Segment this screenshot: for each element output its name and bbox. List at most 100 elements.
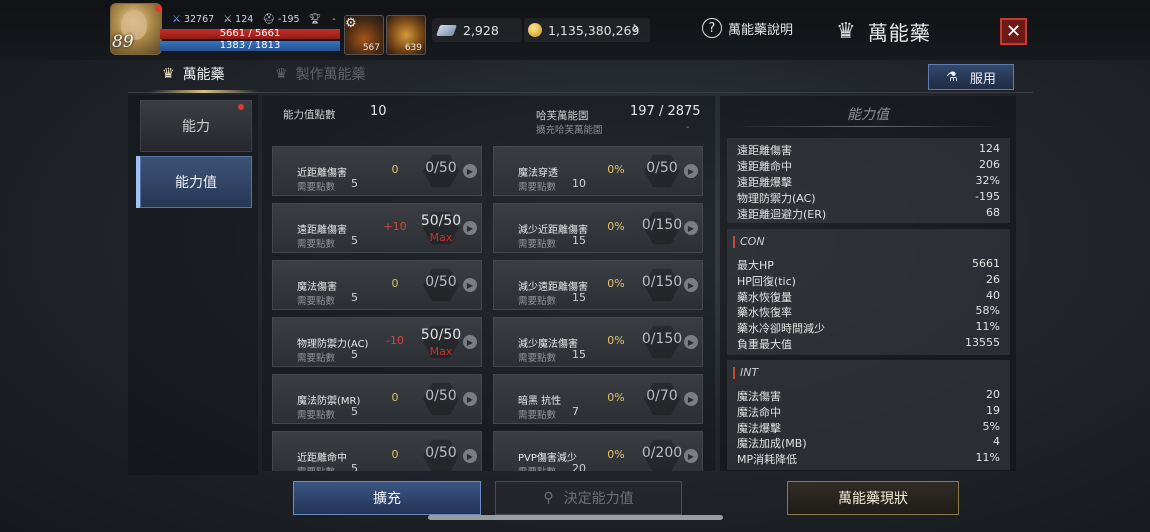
close-icon: ✕ <box>1005 21 1022 42</box>
helmet-icon: ⛑ <box>262 14 276 25</box>
stat-card[interactable]: 減少遠距離傷害 需要點數 15 0% 0/150 ▶ <box>493 260 703 310</box>
expand-label: 擴充 <box>373 491 401 507</box>
stat-label: 魔法爆擊 <box>737 421 781 435</box>
help-button[interactable]: ? 萬能藥說明 <box>702 18 793 38</box>
stat-value: 58% <box>975 304 1000 318</box>
stat-card[interactable]: 暗黑 抗性 需要點數 7 0% 0/70 ▶ <box>493 374 703 424</box>
stat-row: 負重最大值 13555 <box>737 336 1000 352</box>
play-icon[interactable]: ▶ <box>684 221 698 235</box>
tabs-divider <box>128 92 1033 93</box>
stat-card[interactable]: 遠距離傷害 需要點數 5 +10 50/50 Max ▶ <box>272 203 482 253</box>
elixir-status-button[interactable]: 萬能藥現狀 <box>787 481 959 515</box>
card-need-value: 10 <box>572 177 586 190</box>
stat-row: 遠距離爆擊 32% <box>737 174 1000 190</box>
stat-row: HP回復(tic) 26 <box>737 273 1000 289</box>
card-max: Max <box>429 231 453 244</box>
stat-row: 藥水冷卻時間減少 11% <box>737 320 1000 336</box>
home-indicator <box>428 515 723 520</box>
person-icon: ⚲ <box>543 490 554 506</box>
play-icon[interactable]: ▶ <box>684 392 698 406</box>
stat-card[interactable]: PVP傷害減少需要點數200%0/200▶ <box>493 431 703 471</box>
play-icon[interactable]: ▶ <box>463 221 477 235</box>
gear-icon[interactable]: ⚙ <box>345 16 357 31</box>
card-need-label: 需要點數 <box>518 410 557 421</box>
stat-value: 19 <box>986 403 1000 417</box>
stat-card[interactable]: 魔法防禦(MR) 需要點數 5 0 0/50 ▶ <box>272 374 482 424</box>
play-icon[interactable]: ▶ <box>684 335 698 349</box>
stat-card[interactable]: 減少魔法傷害 需要點數 15 0% 0/150 ▶ <box>493 317 703 367</box>
stat-card[interactable]: 魔法穿透 需要點數 10 0% 0/50 ▶ <box>493 146 703 196</box>
stat-card[interactable]: 魔法傷害 需要點數 5 0 0/50 ▶ <box>272 260 482 310</box>
card-need-value: 5 <box>351 405 358 418</box>
card-name: 魔法傷害 <box>297 282 337 293</box>
card-max: Max <box>429 345 453 358</box>
mp-bar: 1383 / 1813 <box>160 41 340 51</box>
nav-stats[interactable]: 能力值 <box>140 156 252 208</box>
stat-value: 13555 <box>965 336 1000 349</box>
card-need-label: 需要點數 <box>297 239 336 250</box>
dex-stats-box: 遠距離傷害 124 遠距離命中 206 遠距離爆擊 32% 物理防禦力(AC) -195 遠距離… <box>727 138 1010 223</box>
stat-value: 4 <box>993 435 1000 449</box>
card-need-label: 需要點數 <box>518 239 557 250</box>
help-label: 萬能藥說明 <box>728 22 794 38</box>
stat-row: ⚔ 32767 ⚔ 124 ⛑ -195 🏆︎ - <box>172 14 336 25</box>
card-bonus: 0 <box>391 163 399 176</box>
card-need-value: 5 <box>351 348 358 361</box>
craft-tab-icon: ♛ <box>275 66 288 82</box>
stat-card[interactable]: 近距離命中需要點數500/50▶ <box>272 431 482 471</box>
card-need-value: 15 <box>572 234 586 247</box>
stat-row: 魔法加成(MB) 4 <box>737 435 1000 451</box>
chevron-right-icon[interactable]: › <box>632 17 639 38</box>
card-name: 遠距離傷害 <box>297 225 347 236</box>
card-need-label: 需要點數 <box>297 296 336 307</box>
swords-icon: ⚔ <box>223 14 233 25</box>
stat-card[interactable]: 近距離傷害 需要點數 5 0 0/50 ▶ <box>272 146 482 196</box>
stat-row: 藥水恢復量 40 <box>737 289 1000 305</box>
stat-value: 20 <box>986 388 1000 401</box>
play-icon[interactable]: ▶ <box>684 449 698 463</box>
stat-label: 魔法加成(MB) <box>737 437 807 451</box>
card-bonus: 0% <box>607 220 625 233</box>
stat-label: MP消耗降低 <box>737 453 798 467</box>
question-icon: ? <box>702 18 722 38</box>
card-name: 暗黑 抗性 <box>518 396 562 407</box>
notification-dot <box>238 104 244 110</box>
play-icon[interactable]: ▶ <box>684 278 698 292</box>
decide-stats-button[interactable]: ⚲ 決定能力值 <box>495 481 682 515</box>
stat-label: 魔法命中 <box>737 405 781 419</box>
stat-label: 藥水冷卻時間減少 <box>737 322 825 336</box>
play-icon[interactable]: ▶ <box>463 164 477 178</box>
status-label: 萬能藥現狀 <box>838 491 908 507</box>
play-icon[interactable]: ▶ <box>463 278 477 292</box>
stat-row: 遠距離傷害 124 <box>737 142 1000 158</box>
elixir-crown-icon: ♛ <box>836 19 856 44</box>
use-button[interactable]: ⚗ 服用 <box>928 64 1014 90</box>
stat-row: 藥水恢復率 58% <box>737 304 1000 320</box>
nav-stats-label: 能力值 <box>175 175 217 191</box>
tab-elixir[interactable]: ♛ 萬能藥 <box>162 64 225 84</box>
stat-label: 遠距離命中 <box>737 160 792 173</box>
nav-ability[interactable]: 能力 <box>140 100 252 152</box>
card-need-value: 20 <box>572 462 586 471</box>
card-need-label: 需要點數 <box>518 296 557 307</box>
stat-card[interactable]: 減少近距離傷害 需要點數 15 0% 0/150 ▶ <box>493 203 703 253</box>
card-need-value: 5 <box>351 462 358 471</box>
page-title: 萬能藥 <box>867 21 931 45</box>
expand-button[interactable]: 擴充 <box>293 481 481 515</box>
section-marker <box>733 366 735 379</box>
play-icon[interactable]: ▶ <box>684 164 698 178</box>
feather-count: 639 <box>404 43 422 53</box>
play-icon[interactable]: ▶ <box>463 449 477 463</box>
card-need-label: 需要點數 <box>297 353 336 364</box>
feather-slot[interactable]: 639 <box>386 15 426 55</box>
stat-card[interactable]: 物理防禦力(AC) 需要點數 5 -10 50/50 Max ▶ <box>272 317 482 367</box>
tab-craft-elixir[interactable]: ♛ 製作萬能藥 <box>275 64 366 84</box>
card-need-label: 需要點數 <box>297 464 335 471</box>
card-need-label: 需要點數 <box>518 182 557 193</box>
power-icon: ⚔ <box>172 14 181 25</box>
play-icon[interactable]: ▶ <box>463 392 477 406</box>
close-button[interactable]: ✕ <box>1000 18 1027 45</box>
card-need-value: 5 <box>351 234 358 247</box>
play-icon[interactable]: ▶ <box>463 335 477 349</box>
stat-label: 遠距離爆擊 <box>737 176 792 189</box>
